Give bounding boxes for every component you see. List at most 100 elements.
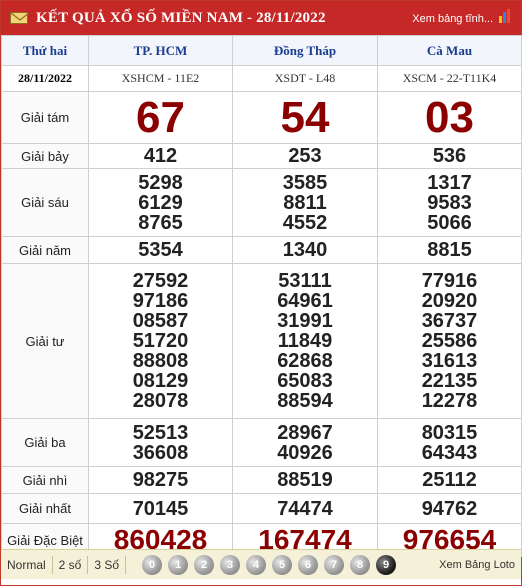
prize-label: Giải bảy bbox=[1, 143, 89, 169]
prize-number: 94762 bbox=[377, 493, 522, 524]
digit-ball[interactable]: 8 bbox=[350, 554, 371, 575]
prize-number: 97186 bbox=[132, 290, 189, 312]
prize-number: 77916 bbox=[421, 270, 478, 292]
prize-label: Giải nhì bbox=[1, 466, 89, 494]
digit-ball[interactable]: 3 bbox=[220, 554, 241, 575]
prize-label: Giải tám bbox=[1, 91, 89, 144]
header-bar: KẾT QUẢ XỔ SỐ MIỀN NAM - 28/11/2022 Xem … bbox=[1, 1, 521, 35]
prize-number: 20920 bbox=[421, 290, 478, 312]
prize-cell: 77916 20920 36737 25586 31613 22135 1227… bbox=[377, 263, 522, 419]
prize-number: 67 bbox=[88, 91, 233, 144]
prize-number: 88594 bbox=[277, 390, 333, 412]
prize-number: 64343 bbox=[421, 441, 478, 464]
prize-cell: 52513 36608 bbox=[88, 418, 233, 467]
prize-row-2: Giải nhì 98275 88519 25112 bbox=[1, 466, 522, 494]
prize-number: 22135 bbox=[421, 370, 478, 392]
prize-number: 31613 bbox=[421, 350, 478, 372]
prize-number: 9583 bbox=[427, 191, 472, 214]
prize-row-5: Giải năm 5354 1340 8815 bbox=[1, 236, 522, 264]
ticket-code: XSCM - 22-T11K4 bbox=[377, 65, 522, 92]
prize-number: 03 bbox=[377, 91, 522, 144]
prize-number: 8811 bbox=[283, 191, 327, 214]
results-panel: KẾT QUẢ XỔ SỐ MIỀN NAM - 28/11/2022 Xem … bbox=[0, 0, 522, 586]
province-header-row: Thứ hai TP. HCM Đồng Tháp Cà Mau bbox=[1, 35, 522, 66]
prize-row-6: Giải sáu 5298 6129 8765 3585 8811 4552 1… bbox=[1, 168, 522, 237]
prize-number: 8815 bbox=[377, 236, 522, 264]
digit-ball[interactable]: 5 bbox=[272, 554, 293, 575]
prize-number: 25112 bbox=[377, 466, 522, 494]
prize-number: 70145 bbox=[88, 493, 233, 524]
digit-ball[interactable]: 1 bbox=[168, 554, 189, 575]
view-loto-link[interactable]: Xem Bảng Loto bbox=[439, 559, 515, 571]
prize-number: 12278 bbox=[421, 390, 478, 412]
prize-number: 4552 bbox=[282, 211, 328, 234]
prize-number: 3585 bbox=[282, 171, 328, 194]
prize-number: 1340 bbox=[232, 236, 378, 264]
prize-cell: 27592 97186 08587 51720 88808 08129 2807… bbox=[88, 263, 233, 419]
prize-label: Giải ba bbox=[1, 418, 89, 467]
prize-row-3: Giải ba 52513 36608 28967 40926 80315 64… bbox=[1, 418, 522, 467]
prize-label: Giải sáu bbox=[1, 168, 89, 237]
prize-row-1: Giải nhất 70145 74474 94762 bbox=[1, 493, 522, 524]
prize-number: 412 bbox=[88, 143, 233, 169]
prize-number: 62868 bbox=[277, 350, 333, 372]
ticket-code-row: 28/11/2022 XSHCM - 11E2 XSDT - L48 XSCM … bbox=[1, 65, 522, 92]
draw-date: 28/11/2022 bbox=[1, 65, 89, 92]
mode-2-digit-button[interactable]: 2 số bbox=[53, 555, 89, 574]
prize-row-8: Giải tám 67 54 03 bbox=[1, 91, 522, 144]
prize-number: 31991 bbox=[277, 310, 333, 332]
prize-number: 5066 bbox=[427, 211, 472, 234]
chart-icon[interactable] bbox=[497, 8, 513, 24]
digit-ball[interactable]: 9 bbox=[376, 554, 397, 575]
prize-number: 08587 bbox=[132, 310, 189, 332]
prize-number: 11849 bbox=[277, 330, 333, 352]
view-table-link[interactable]: Xem bảng tĩnh... bbox=[412, 13, 493, 25]
province-name[interactable]: Cà Mau bbox=[377, 35, 522, 66]
prize-cell: 53111 64961 31991 11849 62868 65083 8859… bbox=[232, 263, 378, 419]
prize-label: Giải tư bbox=[1, 263, 89, 419]
prize-cell: 3585 8811 4552 bbox=[232, 168, 378, 237]
ticket-code: XSDT - L48 bbox=[232, 65, 378, 92]
prize-number: 51720 bbox=[132, 330, 189, 352]
ticket-code: XSHCM - 11E2 bbox=[88, 65, 233, 92]
digit-ball[interactable]: 6 bbox=[298, 554, 319, 575]
prize-cell: 1317 9583 5066 bbox=[377, 168, 522, 237]
province-name[interactable]: TP. HCM bbox=[88, 35, 233, 66]
digit-ball[interactable]: 2 bbox=[194, 554, 215, 575]
prize-label: Giải năm bbox=[1, 236, 89, 264]
digit-ball[interactable]: 4 bbox=[246, 554, 267, 575]
prize-row-7: Giải bảy 412 253 536 bbox=[1, 143, 522, 169]
prize-number: 98275 bbox=[88, 466, 233, 494]
mode-3-digit-button[interactable]: 3 Số bbox=[88, 555, 127, 574]
digit-ball[interactable]: 0 bbox=[142, 554, 163, 575]
footer-bar: Normal 2 số 3 Số 0 1 2 3 4 5 6 7 8 9 Xem… bbox=[1, 549, 521, 579]
prize-label: Giải nhất bbox=[1, 493, 89, 524]
prize-number: 536 bbox=[377, 143, 522, 169]
prize-cell: 80315 64343 bbox=[377, 418, 522, 467]
prize-number: 88519 bbox=[232, 466, 378, 494]
prize-number: 8765 bbox=[138, 211, 183, 234]
prize-number: 36608 bbox=[132, 441, 189, 464]
prize-number: 65083 bbox=[277, 370, 333, 392]
prize-number: 64961 bbox=[277, 290, 333, 312]
prize-number: 25586 bbox=[421, 330, 478, 352]
day-label: Thứ hai bbox=[1, 35, 89, 66]
prize-number: 28078 bbox=[132, 390, 189, 412]
digit-filter: 0 1 2 3 4 5 6 7 8 9 bbox=[142, 554, 402, 575]
prize-cell: 28967 40926 bbox=[232, 418, 378, 467]
mode-normal-button[interactable]: Normal bbox=[1, 555, 53, 574]
prize-number: 5354 bbox=[88, 236, 233, 264]
prize-number: 6129 bbox=[138, 191, 183, 214]
page-title: KẾT QUẢ XỔ SỐ MIỀN NAM - 28/11/2022 bbox=[36, 9, 326, 26]
prize-number: 74474 bbox=[232, 493, 378, 524]
prize-number: 52513 bbox=[132, 421, 189, 444]
envelope-icon bbox=[10, 12, 29, 24]
prize-number: 5298 bbox=[138, 171, 183, 194]
prize-row-4: Giải tư 27592 97186 08587 51720 88808 08… bbox=[1, 263, 522, 419]
prize-number: 1317 bbox=[427, 171, 472, 194]
prize-number: 53111 bbox=[278, 270, 332, 292]
province-name[interactable]: Đồng Tháp bbox=[232, 35, 378, 66]
prize-number: 36737 bbox=[421, 310, 478, 332]
digit-ball[interactable]: 7 bbox=[324, 554, 345, 575]
prize-cell: 5298 6129 8765 bbox=[88, 168, 233, 237]
